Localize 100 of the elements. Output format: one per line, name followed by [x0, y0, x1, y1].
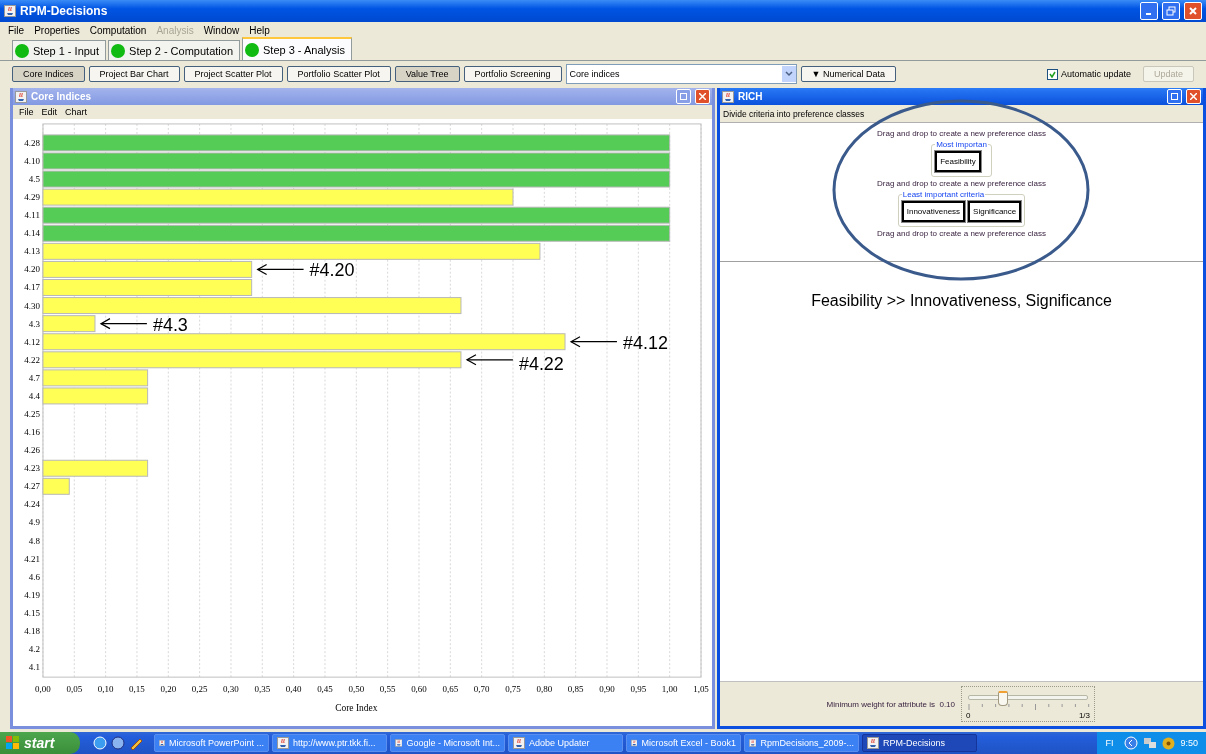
- app-icon: [4, 5, 16, 17]
- arrow: [465, 354, 514, 366]
- close-icon: [699, 93, 706, 100]
- tick-label: 0,25: [191, 684, 208, 695]
- maximize-button[interactable]: [676, 89, 691, 104]
- maximize-button[interactable]: [1167, 89, 1182, 104]
- drop-hint: Drag and drop to create a new preference class: [877, 129, 1046, 138]
- minimize-button[interactable]: [1140, 2, 1158, 20]
- axis-label: 4.9: [28, 517, 40, 528]
- criterion-chip[interactable]: Feasibility: [935, 151, 981, 172]
- criterion-chip[interactable]: Innovativeness: [901, 201, 966, 222]
- axis-label: 4.6: [28, 571, 40, 582]
- annotation-label: #4.22: [518, 353, 564, 374]
- tick-label: 0,45: [317, 684, 333, 695]
- taskbar-button[interactable]: Microsoft PowerPoint ...: [154, 734, 269, 752]
- annotation-label: #4.3: [152, 314, 188, 335]
- axis-label: 4.30: [24, 300, 40, 311]
- window-title: RPM-Decisions: [20, 4, 109, 18]
- axis-label: 4.23: [24, 463, 40, 474]
- automatic-update-checkbox[interactable]: Automatic update: [1046, 68, 1131, 80]
- axis-label: 4.22: [24, 354, 40, 365]
- taskbar-button[interactable]: Google - Microsoft Int...: [390, 734, 505, 752]
- step-tab[interactable]: Step 2 - Computation: [108, 40, 240, 60]
- status-dot-icon: [15, 43, 29, 58]
- maximize-icon: [1171, 93, 1178, 100]
- tick-label: 0,40: [285, 684, 302, 695]
- tick-label: 0,80: [536, 684, 553, 695]
- taskbar-button[interactable]: http://www.ptr.tkk.fi...: [272, 734, 387, 752]
- criterion-chip[interactable]: Significance: [968, 201, 1022, 222]
- view-button[interactable]: Project Bar Chart: [88, 66, 180, 82]
- menu-item[interactable]: Window: [203, 24, 240, 36]
- view-button[interactable]: Portfolio Screening: [463, 66, 562, 82]
- menu-item[interactable]: Help: [249, 24, 270, 36]
- axis-label: 4.2: [28, 643, 40, 654]
- pencil-icon[interactable]: [129, 736, 143, 750]
- maximize-icon: [680, 93, 687, 100]
- menu-item[interactable]: File: [19, 107, 34, 117]
- app-icon: [395, 737, 403, 749]
- restore-button[interactable]: [1162, 2, 1180, 20]
- class-title: Most importan: [935, 140, 988, 149]
- taskbar-button[interactable]: Adobe Updater: [508, 734, 623, 752]
- step-tab[interactable]: Step 3 - Analysis: [242, 37, 352, 60]
- taskbar-button[interactable]: RPM-Decisions: [862, 734, 977, 752]
- app-icon: [631, 737, 638, 749]
- axis-label: 4.27: [24, 481, 40, 492]
- tick-label: 1,00: [661, 684, 678, 695]
- windows-logo-icon: [6, 736, 20, 750]
- app-icon: [867, 737, 879, 749]
- class-title: Least important criteria: [901, 190, 986, 199]
- axis-title: Core Index: [335, 703, 378, 714]
- menu-item[interactable]: Properties: [34, 24, 80, 36]
- view-button[interactable]: Core Indices: [12, 66, 85, 82]
- tick-label: 0,00: [35, 684, 51, 695]
- chevron-icon[interactable]: [1124, 736, 1139, 750]
- axis-label: 4.19: [24, 589, 40, 600]
- axis-label: 4.26: [24, 445, 40, 456]
- axis-label: 4.15: [24, 607, 40, 618]
- arrow: [256, 263, 305, 275]
- axis-label: 4.11: [24, 210, 40, 221]
- menu-item[interactable]: File: [8, 24, 25, 36]
- view-dropdown[interactable]: Core indices: [565, 64, 797, 84]
- axis-label: 4.18: [24, 625, 40, 636]
- weight-slider[interactable]: 0 1/3: [961, 686, 1095, 722]
- view-button[interactable]: Value Tree: [394, 66, 460, 82]
- view-button[interactable]: Project Scatter Plot: [183, 66, 283, 82]
- axis-label: 4.5: [28, 174, 40, 185]
- close-icon: [1190, 93, 1197, 100]
- step-tab[interactable]: Step 1 - Input: [12, 40, 107, 60]
- start-button[interactable]: start: [0, 732, 80, 754]
- app-icon: [513, 737, 525, 749]
- tick-label: 0,60: [411, 684, 427, 695]
- axis-label: 4.25: [24, 409, 40, 419]
- network-icon[interactable]: [1143, 737, 1158, 749]
- close-button[interactable]: [1186, 89, 1201, 104]
- taskbar-button[interactable]: RpmDecisions_2009-...: [744, 734, 859, 752]
- app-icon: [277, 737, 289, 749]
- frame-title-bar: Core Indices: [13, 88, 712, 105]
- axis-label: 4.29: [24, 192, 40, 203]
- view-button[interactable]: Portfolio Scatter Plot: [286, 66, 391, 82]
- app-icon: [15, 90, 27, 103]
- taskbar-button[interactable]: Microsoft Excel - Book1: [626, 734, 741, 752]
- close-button[interactable]: [1184, 2, 1202, 20]
- menu-item[interactable]: Chart: [65, 107, 88, 117]
- summary-text: Feasibility >> Innovativeness, Significance: [811, 292, 1112, 311]
- axis-label: 4.24: [24, 499, 40, 510]
- tick-label: 0,75: [505, 684, 521, 695]
- close-icon: [1189, 7, 1197, 15]
- axis-label: 4.8: [28, 535, 40, 546]
- axis-label: 4.17: [24, 282, 40, 293]
- tick-label: 0,55: [379, 684, 396, 695]
- axis-label: 4.21: [24, 553, 40, 564]
- drop-hint: Drag and drop to create a new preference class: [877, 229, 1046, 238]
- status-dot-icon: [111, 43, 126, 58]
- menu-item[interactable]: Edit: [41, 107, 58, 117]
- menu-item[interactable]: Computation: [89, 24, 147, 36]
- numerical-data-button[interactable]: ▼ Numerical Data: [800, 66, 896, 82]
- disc-icon[interactable]: [1162, 736, 1176, 750]
- app-icon: [749, 737, 757, 749]
- tick-label: 0,70: [473, 684, 490, 695]
- close-button[interactable]: [695, 89, 710, 104]
